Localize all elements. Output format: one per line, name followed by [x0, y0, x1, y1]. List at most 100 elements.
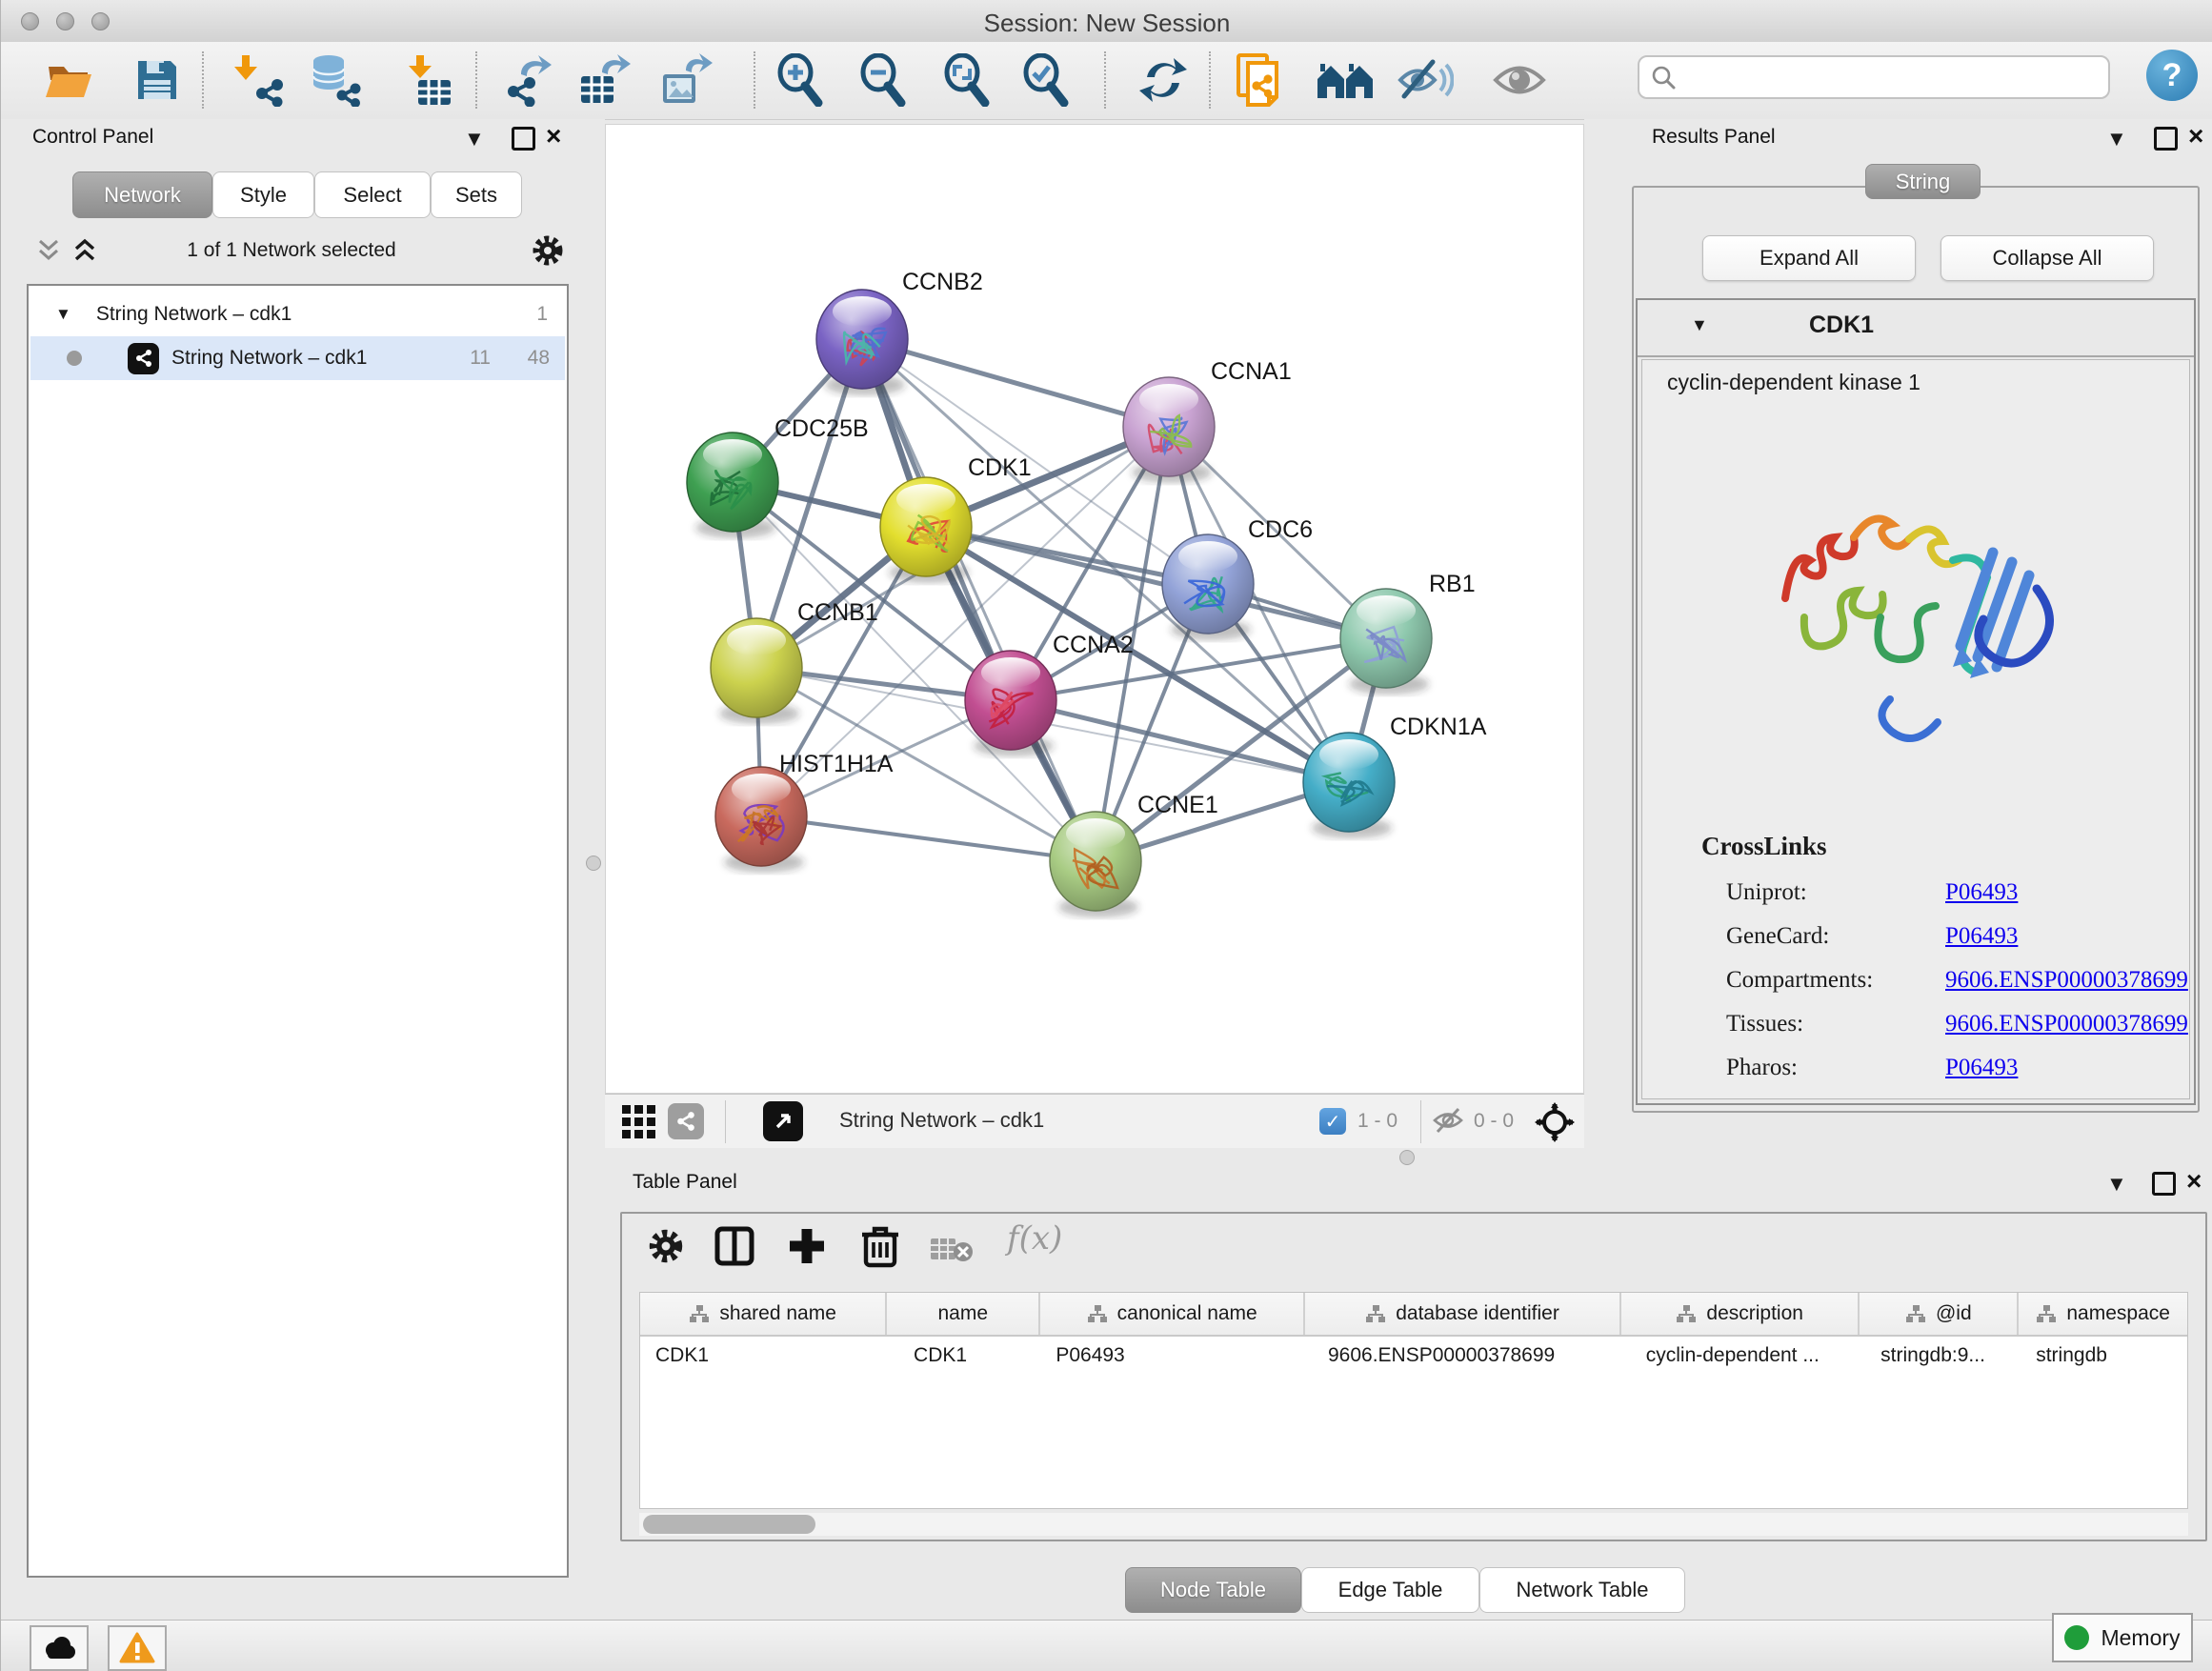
tree-expander-icon[interactable]: ▼	[55, 305, 71, 324]
export-image-button[interactable]	[655, 50, 716, 111]
import-network-database-button[interactable]	[305, 50, 366, 111]
function-builder-disabled: f(x)	[1007, 1219, 1062, 1258]
collapse-all-button[interactable]: Collapse All	[1941, 235, 2154, 281]
network-collection-row[interactable]: ▼ String Network – cdk1 1	[30, 292, 565, 336]
clone-network-button[interactable]	[1232, 50, 1293, 111]
column-header[interactable]: shared name	[640, 1293, 887, 1335]
horizontal-splitter-handle[interactable]	[1399, 1150, 1415, 1165]
hscrollbar-thumb[interactable]	[643, 1515, 815, 1534]
results-panel-close-button[interactable]: ×	[2188, 123, 2203, 150]
entry-collapse-icon[interactable]: ▼	[1691, 315, 1708, 335]
network-view[interactable]: CCNB2CCNA1CDC25BCDK1CDC6RB1CCNB1CCNA2CDK…	[605, 124, 1584, 1094]
network-edge[interactable]	[926, 527, 1386, 638]
show-columns-button[interactable]	[714, 1225, 755, 1267]
control-panel-float-button[interactable]	[512, 127, 535, 151]
network-node-cdc6[interactable]: CDC6	[1162, 516, 1313, 640]
refresh-button[interactable]	[1133, 50, 1194, 111]
tab-network-table[interactable]: Network Table	[1479, 1567, 1685, 1613]
column-header[interactable]: name	[887, 1293, 1040, 1335]
zoom-out-button[interactable]	[854, 50, 915, 111]
import-table-button[interactable]	[398, 50, 459, 111]
zoom-selected-button[interactable]	[1016, 50, 1077, 111]
import-network-file-button[interactable]	[230, 50, 291, 111]
memory-button[interactable]: Memory	[2052, 1613, 2193, 1662]
network-edge[interactable]	[862, 339, 1169, 427]
network-node-ccne1[interactable]: CCNE1	[1050, 792, 1218, 917]
table-panel-float-button[interactable]	[2152, 1172, 2176, 1196]
hide-selected-button[interactable]	[1395, 50, 1456, 111]
zoom-fit-button[interactable]	[937, 50, 998, 111]
show-hidden-button[interactable]	[1489, 50, 1550, 111]
cell-name[interactable]: CDK1	[887, 1337, 1040, 1375]
open-file-button[interactable]	[39, 50, 100, 111]
cell-canonical-name[interactable]: P06493	[1040, 1337, 1305, 1375]
main-toolbar: ?	[1, 42, 2212, 120]
tab-style[interactable]: Style	[212, 171, 314, 218]
network-node-ccnb1[interactable]: CCNB1	[711, 599, 878, 724]
column-header[interactable]: description	[1621, 1293, 1860, 1335]
network-node-cdkn1a[interactable]: CDKN1A	[1303, 714, 1487, 838]
entry-header[interactable]: ▼ CDK1	[1638, 300, 2194, 357]
warnings-button[interactable]	[108, 1625, 167, 1671]
hidden-eye-icon[interactable]	[1432, 1106, 1464, 1135]
tab-network[interactable]: Network	[72, 171, 212, 218]
crosshair-icon	[1535, 1102, 1575, 1142]
cloud-status-button[interactable]	[30, 1625, 89, 1671]
cell-shared-name[interactable]: CDK1	[640, 1337, 887, 1375]
network-node-ccnb2[interactable]: CCNB2	[816, 269, 983, 395]
column-header[interactable]: @id	[1860, 1293, 2019, 1335]
column-header[interactable]: namespace	[2019, 1293, 2187, 1335]
network-node-rb1[interactable]: RB1	[1340, 571, 1476, 695]
column-header[interactable]: canonical name	[1040, 1293, 1305, 1335]
cell-database-identifier[interactable]: 9606.ENSP00000378699	[1305, 1337, 1621, 1375]
string-view-button[interactable]	[668, 1103, 704, 1139]
node-label: CCNA1	[1211, 358, 1292, 385]
network-row-selected[interactable]: String Network – cdk1 11 48	[30, 336, 565, 380]
network-edge[interactable]	[761, 816, 1096, 861]
selected-checkbox[interactable]: ✓	[1319, 1108, 1346, 1135]
delete-column-button[interactable]	[860, 1223, 900, 1269]
control-panel-close-button[interactable]: ×	[546, 123, 561, 150]
help-button[interactable]: ?	[2146, 50, 2198, 101]
splitter-handle[interactable]	[586, 856, 601, 871]
crosslink-uniprot[interactable]: P06493	[1945, 879, 2018, 906]
export-table-button[interactable]	[573, 50, 634, 111]
tab-sets[interactable]: Sets	[431, 171, 522, 218]
birds-eye-view-button[interactable]	[622, 1105, 656, 1139]
table-hscrollbar[interactable]	[639, 1513, 2188, 1536]
add-column-button[interactable]	[786, 1225, 828, 1267]
results-panel-collapse-button[interactable]: ▼	[2106, 129, 2127, 150]
cell-id[interactable]: stringdb:9...	[1860, 1337, 2019, 1375]
search-input[interactable]	[1638, 55, 2110, 99]
results-tab-string[interactable]: String	[1865, 164, 1981, 199]
network-edge[interactable]	[862, 339, 1096, 861]
tab-edge-table[interactable]: Edge Table	[1301, 1567, 1479, 1613]
cell-namespace[interactable]: stringdb	[2019, 1337, 2187, 1375]
table-row[interactable]: CDK1 CDK1 P06493 9606.ENSP00000378699 cy…	[640, 1337, 2187, 1375]
crosslink-tissues[interactable]: 9606.ENSP00000378699	[1945, 1011, 2188, 1037]
database-icon	[308, 53, 363, 107]
fit-content-button[interactable]	[1535, 1102, 1575, 1142]
save-session-button[interactable]	[127, 50, 188, 111]
tab-select[interactable]: Select	[314, 171, 431, 218]
network-node-hist1h1a[interactable]: HIST1H1A	[715, 751, 894, 873]
table-panel-collapse-button[interactable]: ▼	[2106, 1174, 2127, 1195]
open-in-window-button[interactable]	[763, 1101, 803, 1141]
zoom-in-button[interactable]	[771, 50, 832, 111]
table-options-button[interactable]	[647, 1227, 685, 1265]
control-panel-collapse-button[interactable]: ▼	[464, 129, 485, 150]
table-panel-close-button[interactable]: ×	[2186, 1168, 2202, 1195]
expand-all-button[interactable]: Expand All	[1702, 235, 1916, 281]
crosslink-genecard[interactable]: P06493	[1945, 923, 2018, 950]
crosslink-pharos[interactable]: P06493	[1945, 1055, 2018, 1081]
vertical-splitter[interactable]	[582, 119, 605, 1620]
export-network-button[interactable]	[496, 50, 557, 111]
results-panel-float-button[interactable]	[2154, 127, 2178, 151]
first-neighbors-button[interactable]	[1315, 50, 1376, 111]
crosslink-compartments[interactable]: 9606.ENSP00000378699	[1945, 967, 2188, 994]
network-options-button[interactable]	[531, 233, 565, 268]
cell-description[interactable]: cyclin-dependent ...	[1621, 1337, 1860, 1375]
tab-node-table[interactable]: Node Table	[1125, 1567, 1301, 1613]
column-header[interactable]: database identifier	[1305, 1293, 1621, 1335]
string-network-canvas[interactable]: CCNB2CCNA1CDC25BCDK1CDC6RB1CCNB1CCNA2CDK…	[606, 125, 1583, 1093]
